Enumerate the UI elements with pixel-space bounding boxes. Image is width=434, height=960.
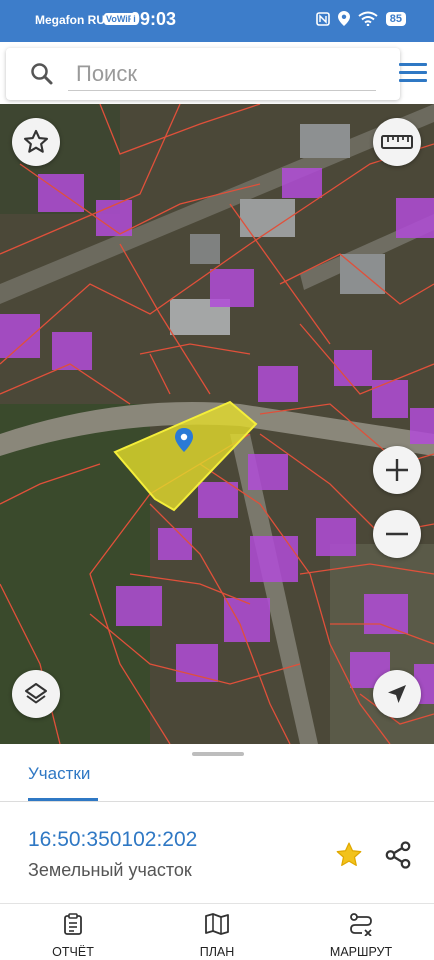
nav-plan-label: ПЛАН [199,945,235,959]
nav-report-label: ОТЧЁТ [52,945,94,959]
wifi-icon [358,11,378,26]
status-time: 09:03 [130,9,177,29]
status-bar: Megafon RUS VoWiFi 09:03 85 [0,0,434,42]
nav-plan-button[interactable]: ПЛАН [172,912,262,959]
nav-route-label: МАРШРУТ [329,945,393,959]
bottom-sheet: Участки 16:50:350102:202 Земельный участ… [0,744,434,960]
drag-handle[interactable] [192,752,244,756]
favorite-toggle-button[interactable] [12,118,60,166]
ruler-icon [381,135,413,149]
divider [0,903,434,904]
battery-level: 85 [385,11,406,26]
nav-route-button[interactable]: МАРШРУТ [316,912,406,959]
navigation-arrow-icon [388,685,406,703]
location-icon [337,11,350,26]
menu-icon[interactable] [398,62,428,84]
favorite-star-icon[interactable] [334,840,364,870]
cadastral-map[interactable] [0,104,434,744]
cadastral-number[interactable]: 16:50:350102:202 [28,828,197,852]
zoom-out-icon [386,532,408,536]
parcel-type: Земельный участок [28,860,192,880]
satellite-map-image [0,104,434,744]
report-icon [64,913,82,935]
search-bar [6,48,427,100]
search-icon[interactable] [30,62,54,86]
share-icon[interactable] [383,840,413,870]
zoom-in-button[interactable] [373,446,421,494]
carrier-name: Megafon RUS [35,13,113,27]
nfc-icon [315,11,330,26]
zoom-out-button[interactable] [373,510,421,558]
plan-map-icon [205,913,229,935]
nav-report-button[interactable]: ОТЧЁТ [28,912,118,959]
layers-icon [25,683,47,704]
ruler-button[interactable] [373,118,421,166]
divider [0,801,434,802]
zoom-in-icon [386,459,408,481]
star-icon [23,129,49,153]
tab-parcels[interactable]: Участки [28,764,90,784]
search-input[interactable] [68,58,376,91]
my-location-button[interactable] [373,670,421,718]
route-icon [350,913,372,937]
layers-button[interactable] [12,670,60,718]
